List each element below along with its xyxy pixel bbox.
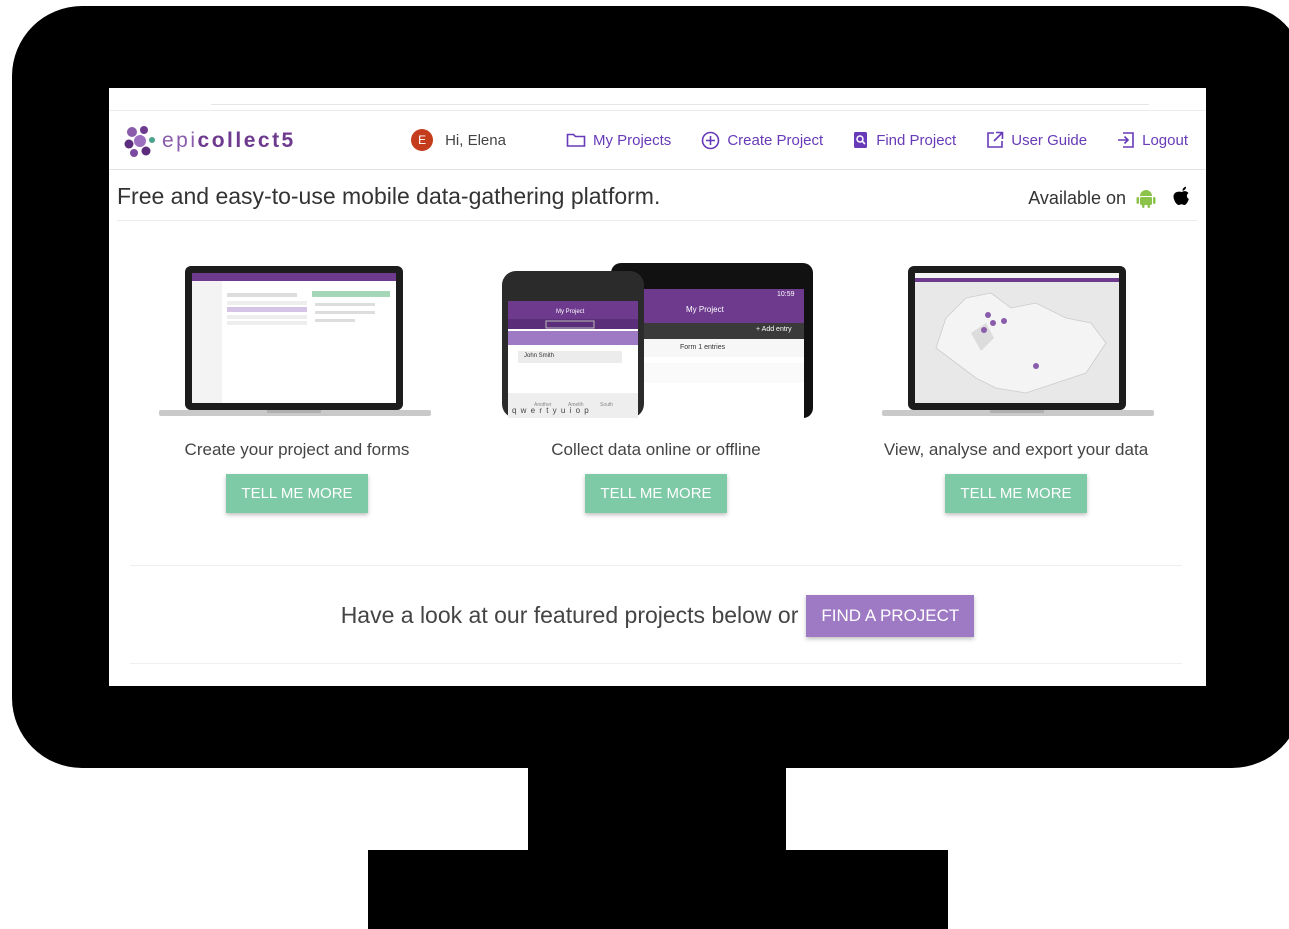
plus-circle-icon [702,131,720,149]
monitor-stand-base [368,850,948,929]
user-greeting[interactable]: E Hi, Elena [411,129,506,151]
tablet-title: My Project [686,305,724,314]
avatar: E [411,129,434,151]
subheader: Free and easy-to-use mobile data-gatheri… [117,170,1197,221]
tell-me-more-collect-button[interactable]: TELL ME MORE [585,474,727,513]
tablet-entries: Form 1 entries [680,344,726,351]
find-a-project-button[interactable]: FIND A PROJECT [806,594,975,637]
nav-user-guide[interactable]: User Guide [986,131,1087,149]
android-icon[interactable] [1135,187,1157,209]
feature-collect: Another Amelth South My Project 10:59 + Ad… [496,263,816,513]
search-document-icon [854,132,868,148]
nav-find-project-label: Find Project [876,131,957,149]
phone-name: John Smith [524,353,555,359]
feature-title-create: Create your project and forms [184,440,410,459]
logo-molecule-icon [124,126,155,157]
nav-create-project-label: Create Project [727,131,824,149]
logo-text-suffix: collect5 [197,129,296,152]
logo-text-prefix: epi [162,129,198,152]
monitor-stand-neck [528,766,786,854]
svg-text:South: South [600,402,613,408]
nav-user-guide-label: User Guide [1011,131,1088,149]
phone-keyboard: q w e r t y u i o p [512,406,590,415]
logout-icon [1118,132,1134,148]
nav-logout[interactable]: Logout [1117,131,1188,149]
nav-my-projects-label: My Projects [592,131,672,149]
section-divider-top [130,565,1182,566]
epicollect-logo[interactable]: epicollect5 [123,124,296,158]
browser-screen: epicollect5 E Hi, Elena My Projects Crea… [109,88,1206,686]
tagline: Free and easy-to-use mobile data-gatheri… [117,183,661,209]
available-label: Available on [1028,187,1126,208]
section-divider-bottom [130,663,1182,664]
tablet-add-entry: + Add entry [756,326,792,333]
external-link-icon [987,131,1004,148]
feature-view: View, analyse and export your data TELL … [856,263,1176,513]
feature-create: Create your project and forms TELL ME MO… [137,263,457,513]
mobile-mockup: Another Amelth South My Project 10:59 + Ad… [496,263,816,418]
apple-icon[interactable] [1171,186,1193,210]
feature-title-collect: Collect data online or offline [551,440,761,459]
tablet-time: 10:59 [777,291,795,298]
laptop-mockup-forms [157,263,437,418]
navbar: epicollect5 E Hi, Elena My Projects Crea… [109,110,1206,170]
laptop-mockup-map [876,263,1156,418]
featured-text: Have a look at our featured projects bel… [340,602,799,628]
top-divider [211,104,1149,105]
featured-projects-row: Have a look at our featured projects bel… [109,593,1206,638]
folder-icon [566,133,586,147]
logo-text: epicollect5 [162,129,296,153]
nav-create-project[interactable]: Create Project [701,131,823,150]
tell-me-more-view-button[interactable]: TELL ME MORE [945,474,1087,513]
greeting-text: Hi, Elena [445,131,506,149]
available-on: Available on [1028,186,1193,210]
nav-items: E Hi, Elena My Projects Create Project F… [411,111,1188,169]
nav-my-projects[interactable]: My Projects [566,132,671,149]
feature-title-view: View, analyse and export your data [883,440,1149,459]
tell-me-more-create-button[interactable]: TELL ME MORE [226,474,368,513]
nav-logout-label: Logout [1142,131,1188,149]
nav-find-project[interactable]: Find Project [853,131,956,149]
phone-title: My Project [556,309,585,315]
